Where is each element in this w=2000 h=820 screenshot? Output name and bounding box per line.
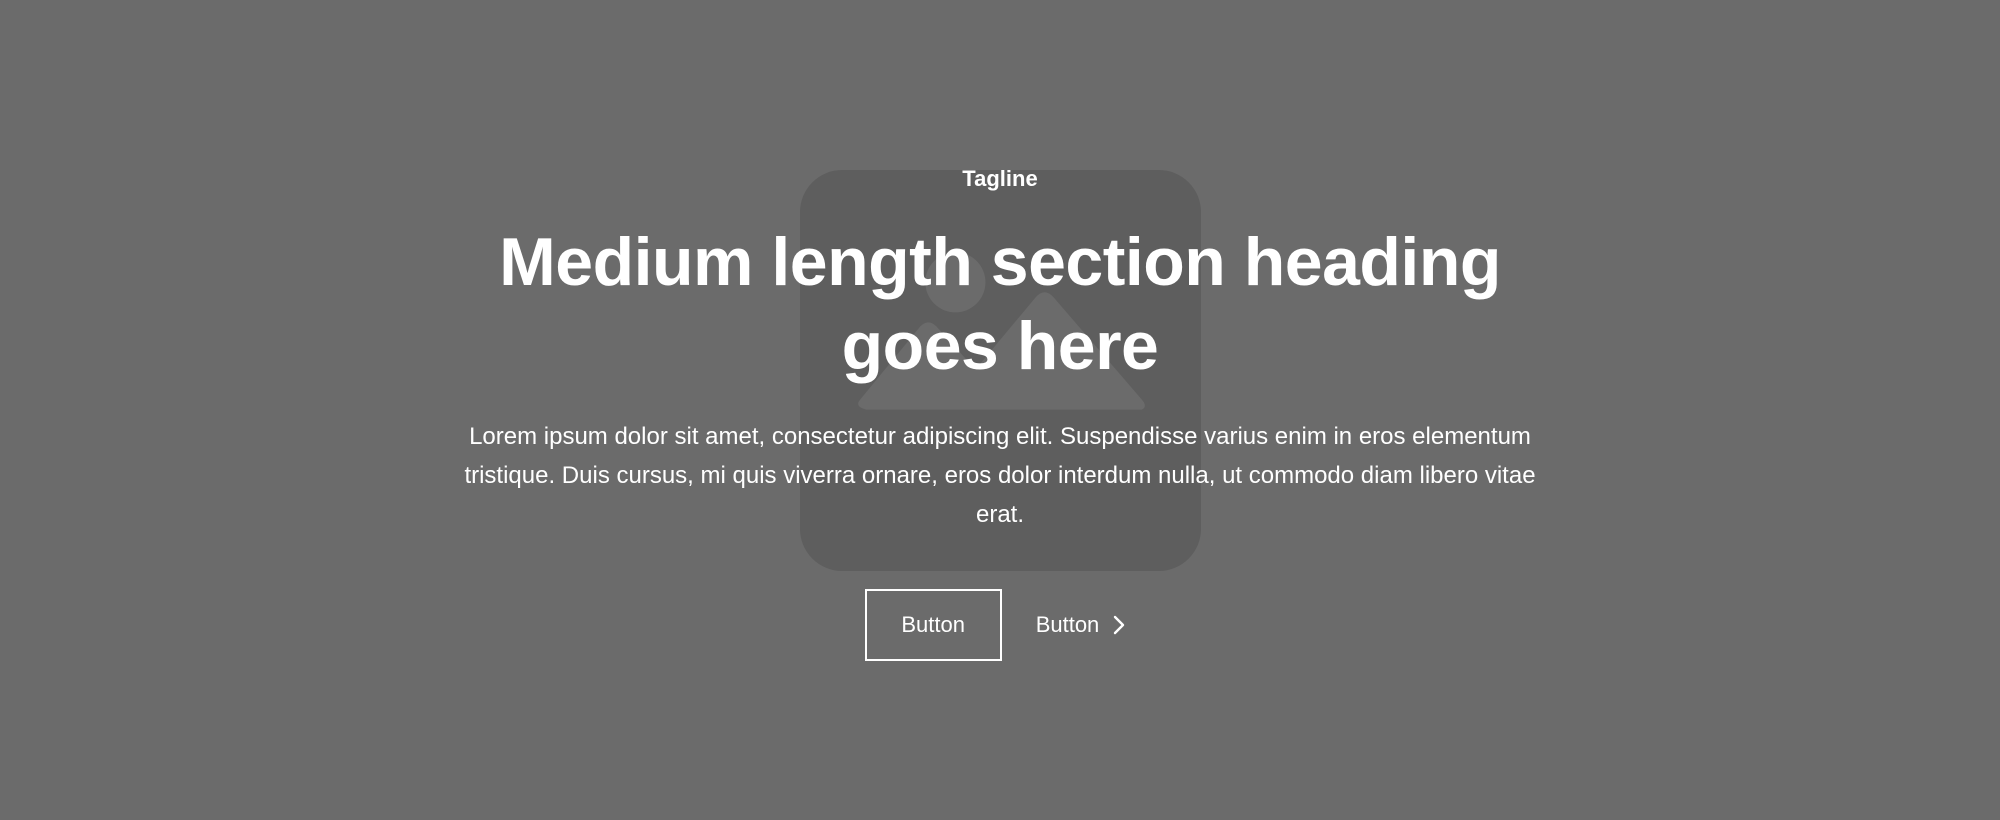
primary-button-label: Button (901, 612, 965, 637)
button-group: Button Button (0, 589, 2000, 661)
hero-section: Tagline Medium length section heading go… (0, 0, 2000, 820)
section-heading: Medium length section heading goes here (499, 224, 1501, 384)
secondary-link-button[interactable]: Button (1036, 589, 1126, 661)
section-description: Lorem ipsum dolor sit amet, consectetur … (464, 423, 1536, 528)
primary-button[interactable]: Button (864, 589, 1002, 661)
secondary-button-label: Button (1035, 612, 1100, 637)
chevron-right-icon (1114, 615, 1125, 635)
tagline: Tagline (962, 166, 1038, 191)
